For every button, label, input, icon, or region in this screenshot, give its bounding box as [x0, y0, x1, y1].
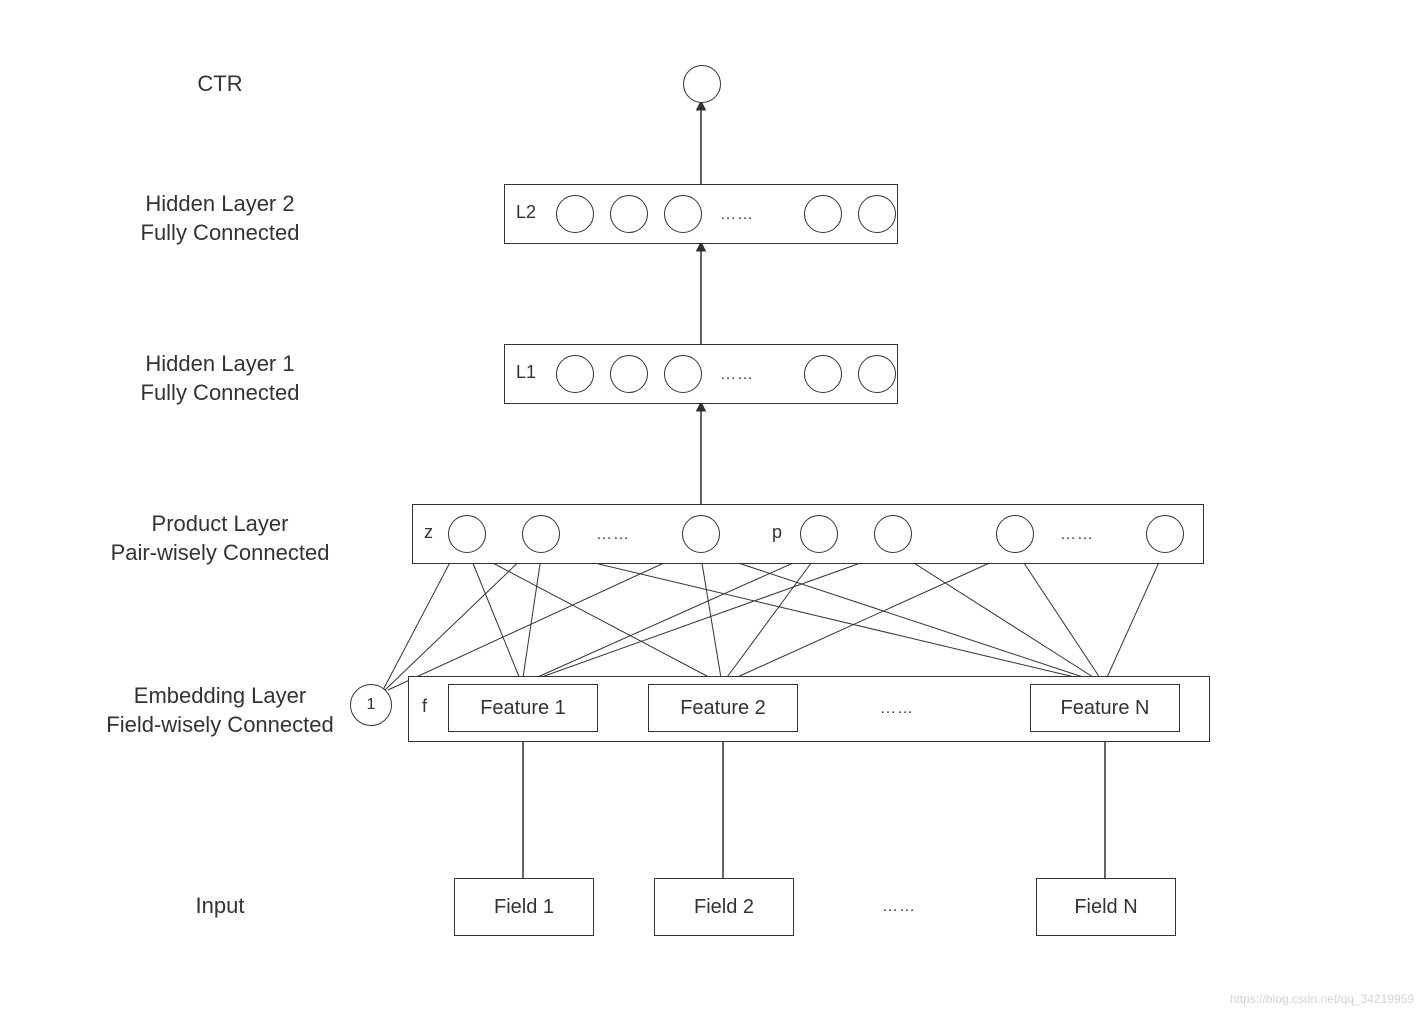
h1-node [664, 355, 702, 393]
diagram-canvas: CTR Hidden Layer 2 Fully Connected Hidde… [0, 0, 1422, 1010]
product-z-node [682, 515, 720, 553]
row-label-product: Product Layer Pair-wisely Connected [70, 510, 370, 567]
field-label: Field 2 [694, 896, 754, 919]
h2-box-label: L2 [516, 202, 536, 223]
feature-label: Feature N [1061, 697, 1150, 720]
h2-ellipsis: …… [720, 206, 754, 224]
row-label-ctr: CTR [160, 70, 280, 99]
watermark: https://blog.csdn.net/qq_34219959 [1230, 992, 1414, 1006]
h1-box-label: L1 [516, 362, 536, 383]
h1-ellipsis: …… [720, 366, 754, 384]
row-label-h1: Hidden Layer 1 Fully Connected [100, 350, 340, 407]
product-z-node [448, 515, 486, 553]
embedding-f-label: f [422, 696, 427, 717]
input-ellipsis: …… [882, 898, 916, 916]
product-p-node [874, 515, 912, 553]
h2-node [556, 195, 594, 233]
product-z-node [522, 515, 560, 553]
product-p-node [1146, 515, 1184, 553]
h1-node [804, 355, 842, 393]
h1-node [858, 355, 896, 393]
bias-label: 1 [367, 696, 376, 714]
product-ellipsis-right: …… [1060, 526, 1094, 544]
product-p-node [800, 515, 838, 553]
field-box-2: Field 2 [654, 878, 794, 936]
row-label-embedding: Embedding Layer Field-wisely Connected [70, 682, 370, 739]
product-z-label: z [424, 522, 433, 543]
h1-node [610, 355, 648, 393]
product-p-node [996, 515, 1034, 553]
h2-node [858, 195, 896, 233]
ctr-node [683, 65, 721, 103]
row-label-input: Input [140, 892, 300, 921]
h2-node [664, 195, 702, 233]
field-box-1: Field 1 [454, 878, 594, 936]
feature-box-n: Feature N [1030, 684, 1180, 732]
field-box-n: Field N [1036, 878, 1176, 936]
embedding-ellipsis: …… [880, 700, 914, 718]
product-ellipsis-left: …… [596, 526, 630, 544]
h1-node [556, 355, 594, 393]
bias-node: 1 [350, 684, 392, 726]
field-label: Field N [1074, 896, 1137, 919]
field-label: Field 1 [494, 896, 554, 919]
h2-node [610, 195, 648, 233]
feature-box-2: Feature 2 [648, 684, 798, 732]
feature-label: Feature 1 [480, 697, 566, 720]
row-label-h2: Hidden Layer 2 Fully Connected [100, 190, 340, 247]
product-p-label: p [772, 522, 782, 543]
feature-box-1: Feature 1 [448, 684, 598, 732]
feature-label: Feature 2 [680, 697, 766, 720]
h2-node [804, 195, 842, 233]
